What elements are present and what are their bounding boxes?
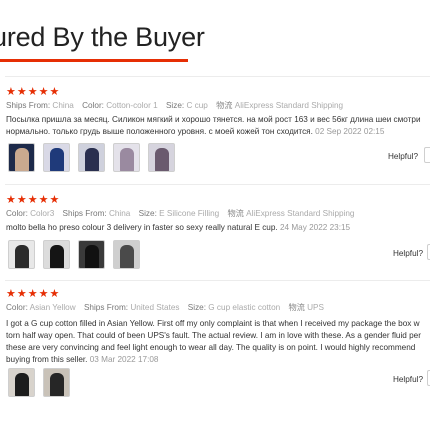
review-meta: Color: Color3 Ships From: China Size: E …	[6, 209, 355, 218]
review-text: I got a G cup cotton filled in Asian Yel…	[6, 319, 421, 364]
review-photo[interactable]	[113, 240, 140, 269]
review-photos	[8, 143, 188, 173]
review-photo[interactable]	[8, 368, 35, 397]
review-meta: Color: Asian Yellow Ships From: United S…	[6, 303, 324, 312]
shipping-method: AliExpress Standard Shipping	[246, 209, 355, 218]
review-photos	[8, 240, 148, 270]
review-photo[interactable]	[78, 240, 105, 269]
review-photo[interactable]	[113, 143, 140, 172]
review-date: 24 May 2022 23:15	[279, 223, 351, 232]
helpful-label: Helpful?	[392, 249, 423, 258]
helpful-label: Helpful?	[392, 375, 423, 384]
shipping-method: AliExpress Standard Shipping	[234, 101, 344, 110]
shipping-icon: 物流	[227, 209, 244, 218]
review-divider	[5, 280, 430, 281]
review-photo[interactable]	[43, 143, 70, 172]
shipping-method: UPS	[307, 303, 324, 312]
star-rating: ★★★★★	[6, 288, 61, 300]
shipping-icon: 物流	[288, 303, 305, 312]
review-divider	[5, 184, 430, 185]
review-divider	[5, 76, 430, 77]
section-header: ured By the Buyer	[0, 0, 430, 62]
star-rating: ★★★★★	[6, 194, 61, 206]
review-photos	[8, 368, 78, 398]
review-date: 03 Mar 2022 17:08	[89, 355, 159, 364]
review-photo[interactable]	[43, 240, 70, 269]
review-photo[interactable]	[8, 143, 35, 172]
shipping-icon: 物流	[216, 101, 233, 110]
review-text: molto bella ho preso colour 3 delivery i…	[6, 223, 351, 232]
section-title: ured By the Buyer	[0, 22, 205, 52]
review-meta: Ships From: China Color: Cotton-color 1 …	[6, 101, 344, 110]
helpful-button[interactable]	[424, 147, 430, 163]
review-text: Посылка пришла за месяц. Силикон мягкий …	[6, 115, 421, 136]
review-date: 02 Sep 2022 02:15	[315, 127, 385, 136]
helpful-label: Helpful?	[387, 152, 418, 161]
star-rating: ★★★★★	[6, 86, 61, 98]
review-photo[interactable]	[78, 143, 105, 172]
review-photo[interactable]	[8, 240, 35, 269]
review-photo[interactable]	[148, 143, 175, 172]
title-underline	[0, 59, 188, 62]
review-photo[interactable]	[43, 368, 70, 397]
